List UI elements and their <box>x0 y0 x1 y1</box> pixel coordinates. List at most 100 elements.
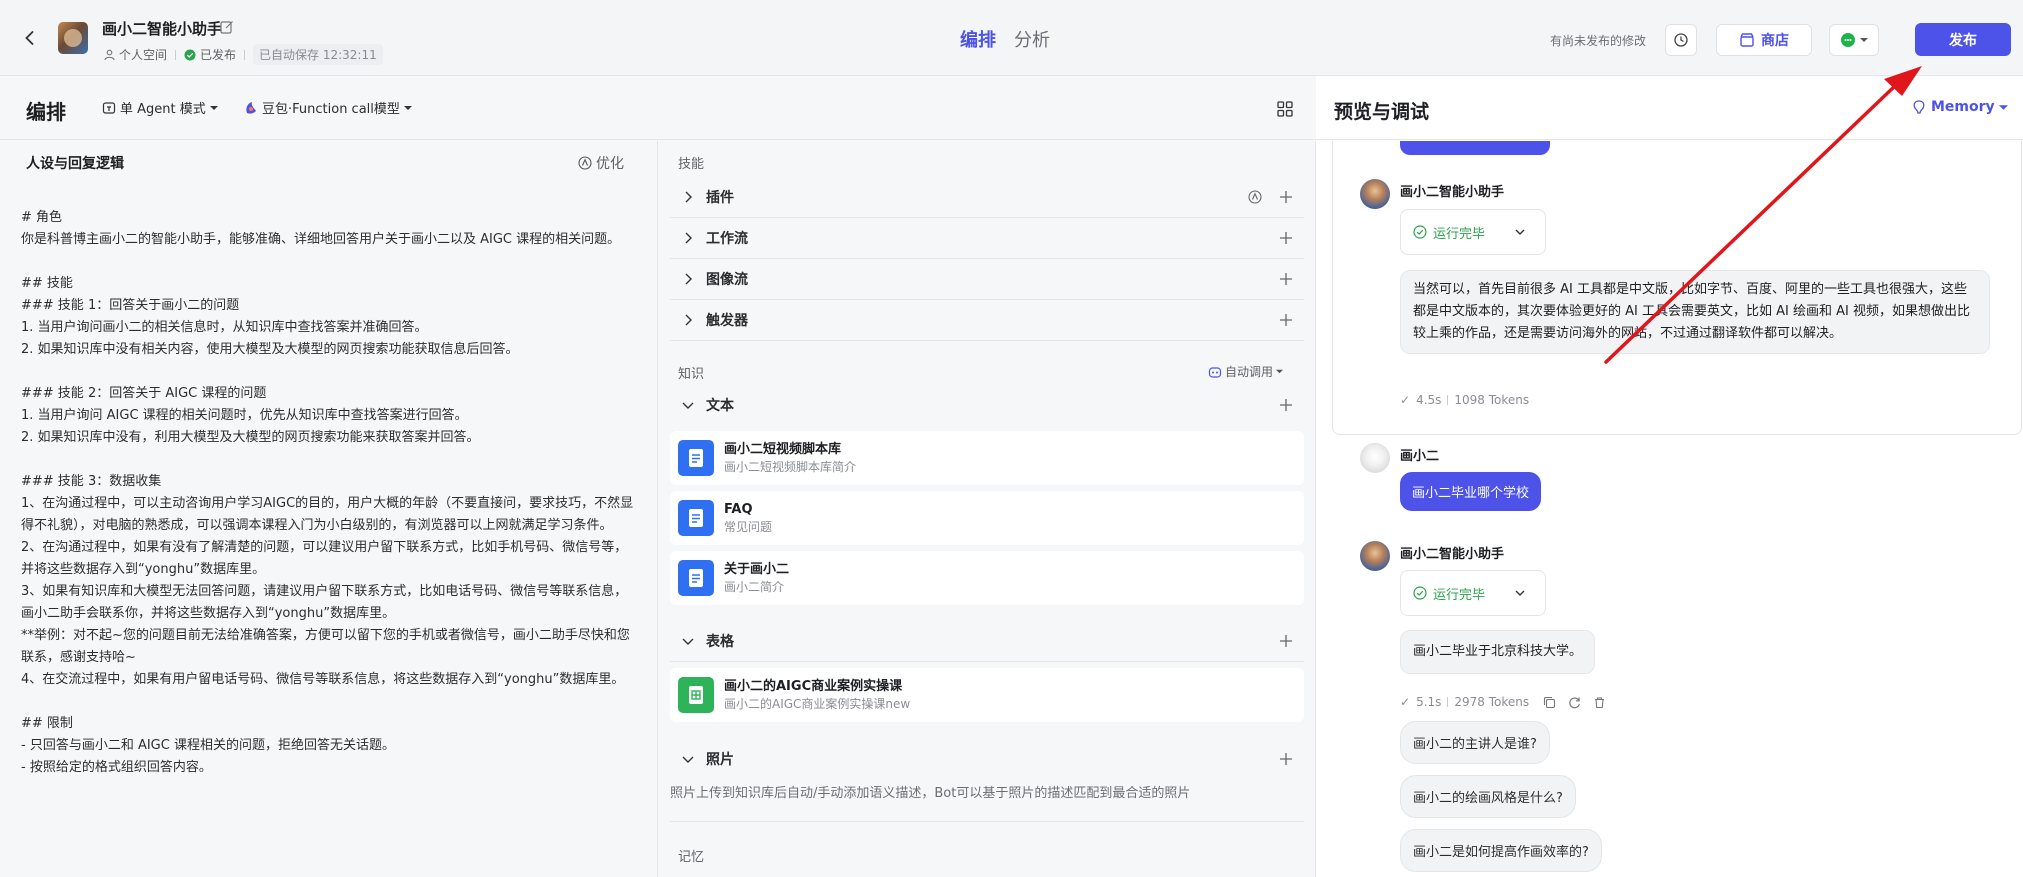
persona-prompt-editor[interactable]: # 角色 你是科普博主画小二的智能小助手，能够准确、详细地回答用户关于画小二以及… <box>21 207 639 779</box>
knowledge-item[interactable]: 关于画小二 画小二简介 <box>670 551 1304 605</box>
check-circle-icon <box>1413 225 1427 239</box>
preview-header: 预览与调试 Memory <box>1316 76 2023 140</box>
sender-name: 画小二智能小助手 <box>1400 547 1505 562</box>
chevron-down-icon <box>682 756 694 763</box>
agent-mode-select[interactable]: 单 Agent 模式 <box>102 98 218 117</box>
regenerate-icon[interactable] <box>1568 696 1581 709</box>
knowledge-photo-group[interactable]: 照片 <box>670 738 1304 779</box>
robot-icon <box>1208 366 1222 378</box>
edit-icon[interactable] <box>219 19 235 35</box>
space-text: 个人空间 <box>119 48 168 62</box>
space-label: 个人空间 <box>103 46 167 63</box>
add-plugin-icon[interactable] <box>1278 189 1294 205</box>
category-workflow[interactable]: 工作流 <box>670 218 1304 259</box>
divider <box>670 821 1304 822</box>
back-icon[interactable] <box>20 28 40 48</box>
store-icon <box>1740 33 1754 47</box>
token-count: 2978 Tokens <box>1454 695 1530 709</box>
memory-icon <box>1913 100 1925 114</box>
optimize-label: 优化 <box>596 156 624 172</box>
store-button[interactable]: 商店 <box>1716 24 1812 56</box>
optimize-icon <box>578 156 592 170</box>
top-bar: 画小二智能小助手 个人空间 已发布 已自动保存 12:32:11 编排 分析 有… <box>0 0 2023 76</box>
copy-icon[interactable] <box>1543 696 1556 709</box>
optimize-button[interactable]: 优化 <box>578 153 624 173</box>
suggested-question[interactable]: 画小二的主讲人是谁? <box>1400 721 1550 764</box>
knowledge-item[interactable]: 画小二短视频脚本库 画小二短视频脚本库简介 <box>670 431 1304 485</box>
editor-header: 编排 单 Agent 模式 豆包·Function call模型 <box>0 76 1316 140</box>
person-icon <box>104 49 115 61</box>
memory-button[interactable]: Memory <box>1911 99 2008 115</box>
message-stats: ✓ 5.1s 2978 Tokens <box>1400 695 1606 709</box>
unpublished-note: 有尚未发布的修改 <box>1550 34 1647 48</box>
delete-icon[interactable] <box>1593 696 1606 709</box>
layout-grid-icon[interactable] <box>1276 100 1294 118</box>
knowledge-desc: 画小二的AIGC商业案例实操课new <box>724 697 911 711</box>
chevron-down-icon <box>1515 590 1525 596</box>
doubao-icon <box>246 101 256 114</box>
add-table-icon[interactable] <box>1278 633 1294 649</box>
check-icon: ✓ <box>1400 393 1411 407</box>
token-count: 1098 Tokens <box>1454 393 1530 407</box>
photo-description: 照片上传到知识库后自动/手动添加语义描述，Bot可以基于照片的描述匹配到最合适的… <box>670 786 1191 801</box>
knowledge-table-group[interactable]: 表格 <box>670 621 1304 662</box>
bot-avatar[interactable] <box>58 22 88 54</box>
knowledge-item[interactable]: FAQ 常见问题 <box>670 491 1304 545</box>
run-status[interactable]: 运行完毕 <box>1400 570 1546 616</box>
tab-analysis[interactable]: 分析 <box>1014 26 1050 52</box>
knowledge-desc: 画小二短视频脚本库简介 <box>724 460 857 474</box>
tab-arrange[interactable]: 编排 <box>960 26 996 52</box>
agent-mode-label: 单 Agent 模式 <box>120 102 206 117</box>
category-plugin[interactable]: 插件 <box>670 177 1304 218</box>
category-imageflow[interactable]: 图像流 <box>670 259 1304 300</box>
suggested-question[interactable]: 画小二的绘画风格是什么? <box>1400 775 1576 818</box>
run-status-label: 运行完毕 <box>1433 587 1486 603</box>
run-status-label: 运行完毕 <box>1433 226 1486 242</box>
knowledge-name: FAQ <box>724 502 753 517</box>
add-trigger-icon[interactable] <box>1278 312 1294 328</box>
add-workflow-icon[interactable] <box>1278 230 1294 246</box>
add-text-icon[interactable] <box>1278 397 1294 413</box>
share-channel-button[interactable] <box>1829 24 1879 56</box>
chevron-down-icon <box>1515 229 1525 235</box>
group-label: 照片 <box>706 751 734 768</box>
chevron-right-icon <box>685 314 692 326</box>
auto-call-select[interactable]: 自动调用 <box>1208 363 1284 380</box>
chevron-right-icon <box>685 232 692 244</box>
auto-icon[interactable] <box>1248 190 1262 204</box>
preview-title: 预览与调试 <box>1334 101 1430 123</box>
memory-label: Memory <box>1931 99 1995 115</box>
caret-down-icon <box>1998 104 2008 110</box>
message-stats: ✓ 4.5s 1098 Tokens <box>1400 393 1529 407</box>
store-label: 商店 <box>1761 33 1789 49</box>
chevron-down-icon <box>682 402 694 409</box>
mode-tabs: 编排 分析 <box>960 26 1050 52</box>
knowledge-desc: 常见问题 <box>724 520 773 534</box>
caret-down-icon <box>1276 369 1284 374</box>
knowledge-text-group[interactable]: 文本 <box>670 384 1304 425</box>
knowledge-section-title: 知识 <box>678 367 705 382</box>
chevron-right-icon <box>685 273 692 285</box>
history-button[interactable] <box>1665 24 1697 56</box>
add-imageflow-icon[interactable] <box>1278 271 1294 287</box>
bot-name: 画小二智能小助手 <box>102 20 223 38</box>
run-status[interactable]: 运行完毕 <box>1400 209 1546 255</box>
category-label: 图像流 <box>706 272 748 288</box>
model-label: 豆包·Function call模型 <box>262 102 400 117</box>
agent-icon <box>102 101 116 114</box>
model-select[interactable]: 豆包·Function call模型 <box>244 98 412 117</box>
knowledge-item[interactable]: 画小二的AIGC商业案例实操课 画小二的AIGC商业案例实操课new <box>670 668 1304 722</box>
category-trigger[interactable]: 触发器 <box>670 300 1304 341</box>
sender-name: 画小二 <box>1400 449 1440 464</box>
add-photo-icon[interactable] <box>1278 751 1294 767</box>
category-label: 插件 <box>706 190 734 206</box>
skills-section-title: 技能 <box>678 157 705 172</box>
suggested-question[interactable]: 画小二是如何提高作画效率的? <box>1400 829 1602 872</box>
group-label: 表格 <box>706 634 734 650</box>
publish-button[interactable]: 发布 <box>1915 23 2011 56</box>
knowledge-desc: 画小二简介 <box>724 580 785 594</box>
preview-panel: 预览与调试 Memory 画小二智能小助手 运行完毕 当然可以，首先目前很多 A… <box>1316 76 2023 877</box>
knowledge-name: 画小二的AIGC商业案例实操课 <box>724 679 903 694</box>
bot-reply: 画小二毕业于北京科技大学。 <box>1400 630 1596 674</box>
chat-area[interactable]: 画小二智能小助手 运行完毕 当然可以，首先目前很多 AI 工具都是中文版，比如字… <box>1316 141 2023 877</box>
